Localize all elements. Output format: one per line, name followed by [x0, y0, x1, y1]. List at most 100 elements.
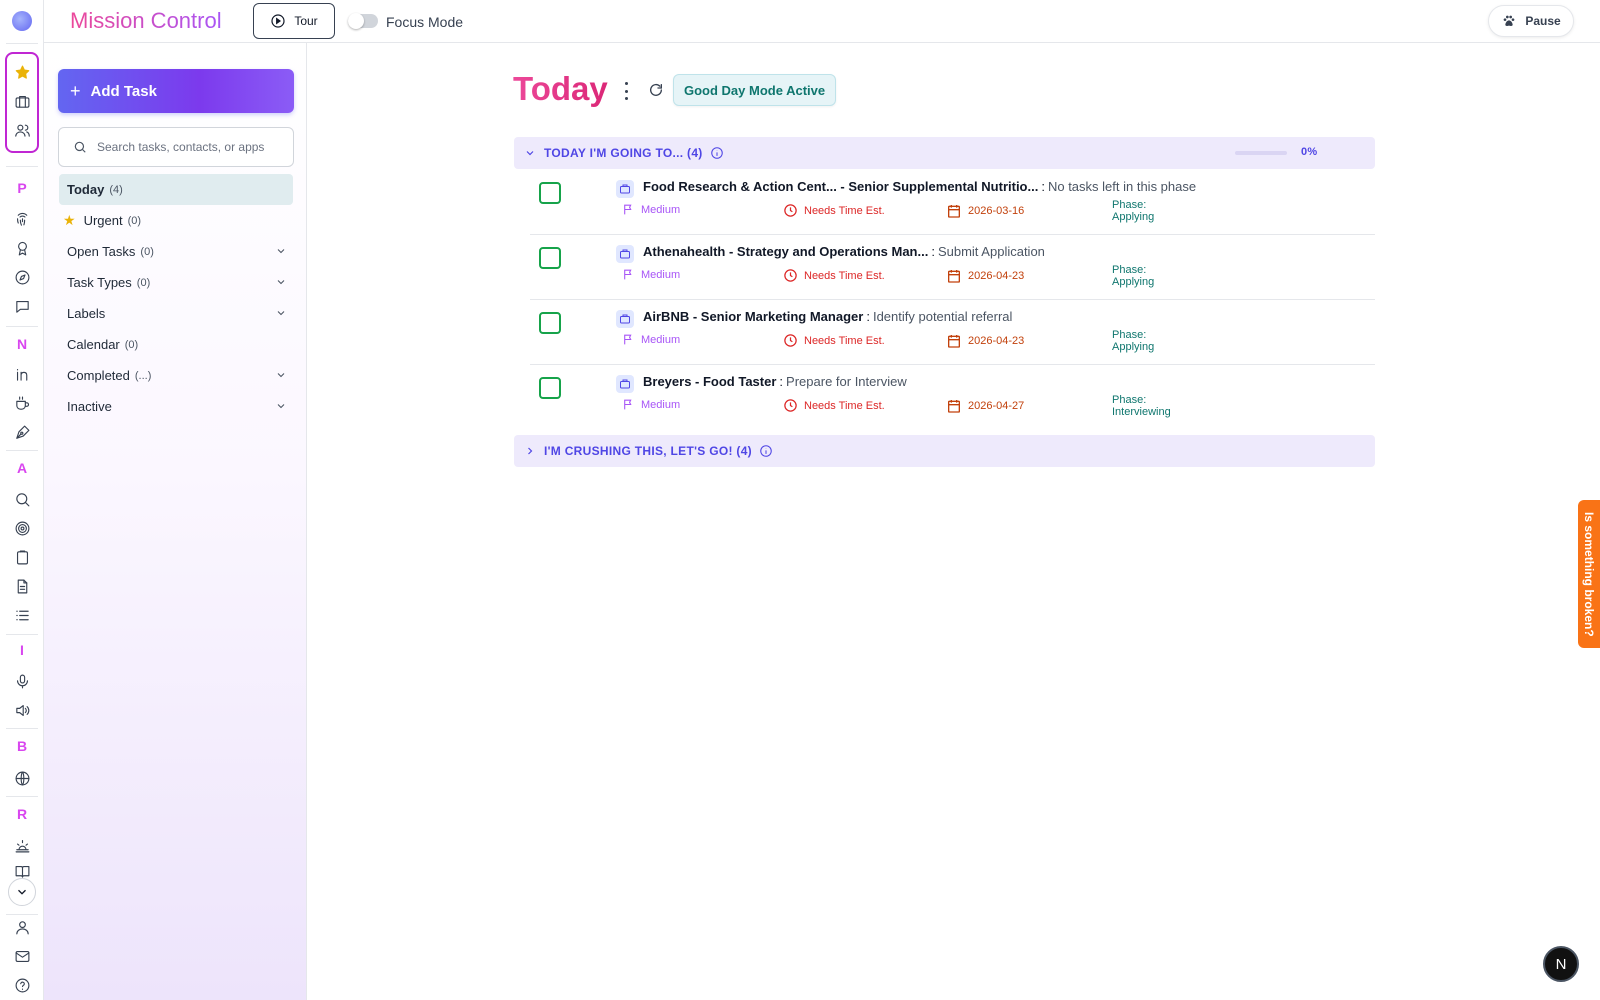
tour-button[interactable]: Tour [253, 3, 335, 39]
speaker-icon[interactable] [12, 700, 32, 720]
nav-item-urgent[interactable]: ★ Urgent (0) [59, 205, 293, 236]
calendar-icon [948, 335, 960, 348]
task-title[interactable]: Breyers - Food Taster: Prepare for Interv… [643, 374, 907, 389]
section-header-crushing[interactable]: I'M CRUSHING THIS, LET'S GO! (4) [514, 435, 1375, 467]
user-icon[interactable] [12, 917, 32, 937]
users-icon[interactable] [12, 120, 32, 140]
task-due-date[interactable]: 2026-03-16 [946, 203, 1024, 219]
task-due-date[interactable]: 2026-04-23 [946, 268, 1024, 284]
rail-divider [6, 796, 38, 797]
task-checkbox[interactable] [539, 312, 561, 334]
document-icon[interactable] [12, 576, 32, 596]
info-icon[interactable] [759, 444, 773, 458]
focus-mode-label: Focus Mode [386, 14, 464, 30]
task-time-label: Needs Time Est. [804, 269, 885, 282]
focus-mode-toggle[interactable] [348, 13, 378, 29]
nav-item-count: (0) [140, 245, 154, 258]
chevron-down-icon[interactable] [275, 245, 287, 257]
clipboard-icon[interactable] [12, 547, 32, 567]
chevron-down-icon[interactable] [275, 369, 287, 381]
nav-item-count: (4) [109, 183, 123, 196]
coffee-icon[interactable] [12, 393, 32, 413]
nav-item-calendar[interactable]: Calendar (0) [59, 329, 293, 360]
help-icon[interactable] [12, 975, 32, 995]
section-title: I'M CRUSHING THIS, LET'S GO! (4) [544, 444, 752, 458]
task-checkbox[interactable] [539, 247, 561, 269]
chevron-right-icon[interactable] [524, 445, 536, 457]
message-icon[interactable] [12, 296, 32, 316]
pause-button[interactable]: Pause [1488, 5, 1574, 37]
report-issue-tab[interactable]: Is something broken? [1578, 500, 1600, 648]
more-options-icon[interactable] [620, 82, 632, 100]
task-priority[interactable]: Medium [622, 398, 680, 411]
task-row[interactable]: Food Research & Action Cent... - Senior … [530, 171, 1375, 235]
rail-divider [6, 43, 38, 44]
task-title[interactable]: AirBNB - Senior Marketing Manager: Identi… [643, 309, 1012, 324]
task-sidebar: + Add Task Today (4) ★ Urgent (0) Open T… [44, 43, 307, 1000]
nav-item-open-tasks[interactable]: Open Tasks (0) [59, 236, 293, 267]
task-priority[interactable]: Medium [622, 203, 680, 216]
task-phase: Phase: Interviewing [1112, 394, 1171, 418]
task-date-label: 2026-04-27 [968, 400, 1025, 412]
book-icon[interactable] [12, 864, 32, 878]
nav-item-task-types[interactable]: Task Types (0) [59, 267, 293, 298]
briefcase-icon[interactable] [12, 91, 32, 111]
mic-icon[interactable] [12, 671, 32, 691]
task-priority-label: Medium [641, 333, 681, 346]
rail-collapse-button[interactable] [8, 878, 36, 906]
list-icon[interactable] [12, 605, 32, 625]
task-checkbox[interactable] [539, 182, 561, 204]
search-input[interactable] [97, 140, 287, 154]
task-due-date[interactable]: 2026-04-27 [946, 398, 1024, 414]
star-icon[interactable] [12, 62, 32, 82]
award-icon[interactable] [12, 238, 32, 258]
app-title: Mission Control [70, 8, 222, 33]
pen-icon[interactable] [12, 422, 32, 442]
task-separator: : [931, 244, 935, 259]
task-date-label: 2026-03-16 [968, 205, 1025, 217]
task-row[interactable]: Athenahealth - Strategy and Operations M… [530, 236, 1375, 300]
linkedin-icon[interactable] [12, 364, 32, 384]
globe-icon[interactable] [12, 768, 32, 788]
task-row[interactable]: Breyers - Food Taster: Prepare for Interv… [530, 366, 1375, 430]
task-time-estimate[interactable]: Needs Time Est. [783, 398, 885, 413]
nav-item-labels[interactable]: Labels [59, 298, 293, 329]
task-priority[interactable]: Medium [622, 268, 680, 281]
star-icon: ★ [63, 212, 76, 228]
plus-icon: + [70, 80, 81, 101]
task-name: AirBNB - Senior Marketing Manager [643, 309, 864, 324]
sunrise-icon[interactable] [12, 835, 32, 855]
task-row[interactable]: AirBNB - Senior Marketing Manager: Identi… [530, 301, 1375, 365]
task-time-estimate[interactable]: Needs Time Est. [783, 333, 885, 348]
task-title[interactable]: Athenahealth - Strategy and Operations M… [643, 244, 1045, 259]
chevron-down-icon[interactable] [275, 400, 287, 412]
nav-item-completed[interactable]: Completed (...) [59, 360, 293, 391]
task-next-step: Prepare for Interview [786, 374, 907, 389]
chevron-down-icon[interactable] [524, 147, 536, 159]
chevron-down-icon[interactable] [275, 276, 287, 288]
app-logo[interactable] [12, 11, 32, 31]
fingerprint-icon[interactable] [12, 209, 32, 229]
nav-item-inactive[interactable]: Inactive [59, 391, 293, 422]
dev-tools-badge[interactable]: N [1543, 946, 1579, 982]
task-time-estimate[interactable]: Needs Time Est. [783, 203, 885, 218]
target-icon[interactable] [12, 518, 32, 538]
add-task-button[interactable]: + Add Task [58, 69, 294, 113]
task-time-estimate[interactable]: Needs Time Est. [783, 268, 885, 283]
task-priority-label: Medium [641, 398, 681, 411]
refresh-icon[interactable] [648, 82, 664, 98]
mail-icon[interactable] [12, 946, 32, 966]
add-task-label: Add Task [90, 82, 157, 100]
task-due-date[interactable]: 2026-04-23 [946, 333, 1024, 349]
task-title[interactable]: Food Research & Action Cent... - Senior … [643, 179, 1196, 194]
info-icon[interactable] [710, 146, 724, 160]
chevron-down-icon[interactable] [275, 307, 287, 319]
good-day-mode-badge[interactable]: Good Day Mode Active [673, 74, 837, 106]
compass-icon[interactable] [12, 267, 32, 287]
section-header-today[interactable]: TODAY I'M GOING TO... (4) 0% [514, 137, 1375, 169]
task-checkbox[interactable] [539, 377, 561, 399]
nav-item-today[interactable]: Today (4) [59, 174, 293, 205]
task-time-label: Needs Time Est. [804, 204, 885, 217]
search-icon[interactable] [12, 489, 32, 509]
task-priority[interactable]: Medium [622, 333, 680, 346]
